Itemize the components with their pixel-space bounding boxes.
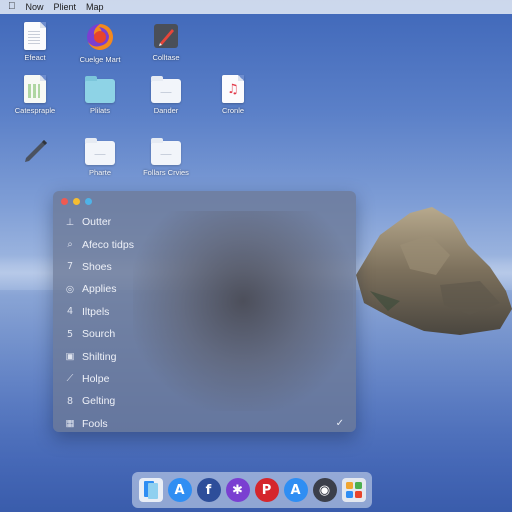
list-item-label: Applies: [82, 283, 117, 296]
number-icon: 7: [66, 261, 74, 273]
grid-icon: ▦: [65, 418, 75, 430]
list-item-label: Outter: [82, 216, 112, 229]
pinterest-icon[interactable]: P: [254, 478, 279, 502]
list-item-label: Shoes: [82, 260, 112, 273]
teal-folder-icon: [85, 76, 115, 103]
launchpad-icon[interactable]: [341, 478, 366, 502]
close-button[interactable]: [61, 197, 68, 205]
number-icon: 8: [66, 395, 74, 407]
pencil-icon: [25, 140, 47, 162]
list-item-iltpels[interactable]: 4 Iltpels: [53, 301, 356, 323]
folder-icon: [151, 76, 181, 103]
checkmark-icon: ✓: [335, 418, 344, 430]
facebook-icon[interactable]: f: [196, 478, 221, 502]
menu-bar:  Now Plient Map: [0, 0, 512, 14]
desktop-icon-label: Cuelge Mart: [79, 55, 121, 64]
desktop-icon-label: Dander: [153, 106, 179, 115]
desktop-icon-catespraple[interactable]: Catespraple: [3, 75, 67, 115]
desktop-icon-plilats[interactable]: Plilats: [68, 76, 132, 115]
app-window: ⊥ Outter ⌕ Afeco tidps 7 Shoes ◎ Applies…: [53, 191, 356, 432]
desktop-icon-follars-crvies[interactable]: Follars Crvies: [134, 138, 198, 177]
list-item-fools[interactable]: ▦ Fools ✓: [53, 413, 356, 432]
desktop-icon-pencil[interactable]: [3, 136, 67, 169]
app-store-icon[interactable]: A: [283, 478, 308, 502]
desktop-icon-label: Cronle: [221, 106, 245, 115]
list-item-label: Sourch: [82, 328, 116, 341]
list-item-shilting[interactable]: ▣ Shilting: [53, 345, 356, 367]
list-item-gelting[interactable]: 8 Gelting: [53, 390, 356, 412]
document-icon: [24, 22, 46, 50]
list-item-label: Fools: [82, 417, 108, 430]
spreadsheet-icon: [24, 75, 46, 103]
files-icon[interactable]: [138, 478, 163, 502]
number-icon: 5: [66, 328, 74, 340]
list-item-label: Iltpels: [82, 305, 110, 318]
desktop-icon-efeact[interactable]: Efeact: [3, 22, 67, 62]
list-item-holpe[interactable]: ⟋ Holpe: [53, 368, 356, 390]
apple-menu-icon[interactable]: : [8, 0, 16, 14]
list-item-label: Gelting: [82, 395, 116, 408]
circle-icon: ◎: [65, 283, 75, 295]
wand-icon: ⟋: [66, 373, 74, 385]
list-item-label: Afeco tidps: [82, 238, 134, 251]
list-item-afeco-tidps[interactable]: ⌕ Afeco tidps: [53, 233, 356, 255]
list-item-sourch[interactable]: 5 Sourch: [53, 323, 356, 345]
list-item-outter[interactable]: ⊥ Outter: [53, 211, 356, 233]
sidebar-list: ⊥ Outter ⌕ Afeco tidps 7 Shoes ◎ Applies…: [53, 211, 356, 432]
desktop-icon-label: Efeact: [24, 53, 46, 62]
firefox-icon: [87, 24, 113, 50]
purple-app-icon[interactable]: ✱: [225, 478, 250, 502]
list-item-applies[interactable]: ◎ Applies: [53, 278, 356, 300]
menu-item-plient[interactable]: Plient: [54, 0, 77, 14]
list-item-shoes[interactable]: 7 Shoes: [53, 256, 356, 278]
folder-icon: [151, 138, 181, 165]
window-titlebar: [53, 191, 356, 211]
minimize-button[interactable]: [73, 197, 80, 205]
island-image: [356, 207, 512, 335]
folder-icon: [85, 138, 115, 165]
desktop-icon-label: Colltase: [152, 53, 180, 62]
music-file-icon: ♫: [222, 75, 244, 103]
desktop-icon-dander[interactable]: Dander: [134, 76, 198, 115]
desktop-icon-label: Catespraple: [14, 106, 56, 115]
menu-item-now[interactable]: Now: [26, 0, 44, 14]
box-icon: ▣: [65, 351, 75, 363]
desktop-icon-colltase[interactable]: Colltase: [134, 22, 198, 62]
menu-item-map[interactable]: Map: [86, 0, 104, 14]
number-icon: 4: [66, 306, 74, 318]
list-item-label: Holpe: [82, 372, 110, 385]
desktop-icon-pharte[interactable]: Pharte: [68, 138, 132, 177]
desktop-icon-label: Follars Crvies: [143, 168, 189, 177]
app-store-icon[interactable]: A: [167, 478, 192, 502]
desktop-icon-label: Pharte: [88, 168, 112, 177]
list-item-label: Shilting: [82, 350, 117, 363]
desktop-icon-cuelge-mart[interactable]: Cuelge Mart: [68, 22, 132, 64]
search-icon: ⌕: [67, 239, 73, 251]
pen-app-icon: [154, 24, 178, 48]
person-icon: ⊥: [65, 216, 75, 228]
dock: A f ✱ P A ◉: [132, 472, 372, 508]
settings-icon[interactable]: ◉: [312, 478, 337, 502]
zoom-button[interactable]: [85, 197, 92, 205]
desktop-icon-label: Plilats: [89, 106, 110, 115]
desktop-icon-cronle[interactable]: ♫ Cronle: [201, 75, 265, 115]
